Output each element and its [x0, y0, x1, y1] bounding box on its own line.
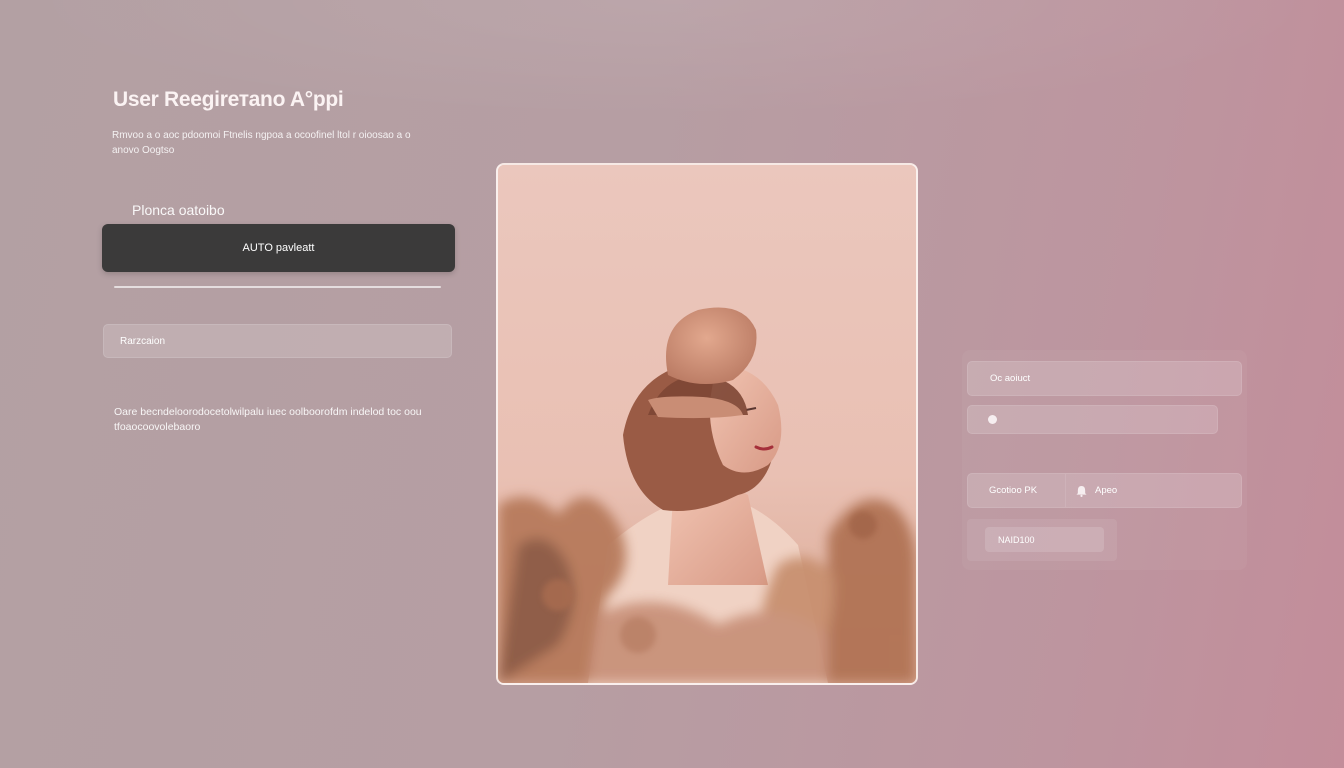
bell-icon — [1076, 485, 1087, 497]
profile-photo-card — [496, 163, 918, 685]
text-field[interactable] — [103, 324, 452, 358]
segment-value: Apeo — [1095, 485, 1118, 496]
radio-field[interactable] — [967, 405, 1218, 434]
section-label: Plonca oatoibo — [132, 202, 225, 218]
small-field[interactable]: NAID100 — [985, 527, 1104, 552]
page-subtitle: Rmvoo a o aoc pdoomoi Ftnelis ngpoa a oc… — [112, 130, 411, 156]
divider — [114, 286, 441, 288]
primary-button[interactable]: AUTO pavleatt — [102, 224, 455, 272]
radio-dot-icon[interactable] — [988, 415, 997, 424]
segmented-field[interactable]: Gcotioo PK Apeo — [967, 473, 1242, 508]
portrait-image — [498, 165, 916, 683]
segment-option[interactable]: Apeo — [1066, 474, 1117, 507]
page-title: User Reegirетano A°ppi — [113, 88, 344, 111]
body-text: Oare becndeloorodocetolwilpalu iuec oolb… — [114, 406, 422, 433]
right-input-field[interactable] — [967, 361, 1242, 396]
segment-label[interactable]: Gcotioo PK — [968, 474, 1066, 507]
